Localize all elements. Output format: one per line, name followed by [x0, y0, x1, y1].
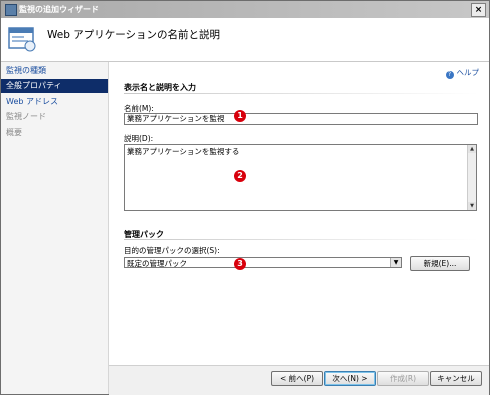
selected-pack-value: 既定の管理パック [127, 259, 187, 268]
chevron-down-icon[interactable]: ▼ [390, 258, 401, 267]
sidebar-item-web-address[interactable]: Web アドレス [1, 95, 108, 109]
wizard-window: 監視の追加ウィザード × Web アプリケーションの名前と説明 監視の種類 全般… [0, 0, 490, 395]
callout-marker-1: 1 [234, 110, 246, 122]
management-pack-dropdown[interactable]: 既定の管理パック ▼ [124, 257, 402, 268]
next-button[interactable]: 次へ(N) > [324, 371, 376, 386]
wizard-steps-sidebar: 監視の種類 全般プロパティ Web アドレス 監視ノード 概要 [1, 62, 109, 394]
wizard-footer: < 前へ(P) 次へ(N) > 作成(R) キャンセル [109, 365, 489, 395]
create-button: 作成(R) [377, 371, 429, 386]
window-title: 監視の追加ウィザード [19, 5, 99, 14]
scroll-up-arrow-icon[interactable]: ▲ [468, 145, 476, 153]
help-icon: ? [445, 71, 454, 79]
wizard-header: Web アプリケーションの名前と説明 [1, 18, 489, 62]
help-link[interactable]: ? ヘルプ [445, 67, 480, 79]
description-label: 説明(D): [124, 134, 154, 143]
main-panel: ? ヘルプ 表示名と説明を入力 名前(M): 業務アプリケーションを監視 説明(D… [109, 62, 489, 365]
help-label: ヘルプ [456, 68, 480, 77]
sidebar-item-monitor-type[interactable]: 監視の種類 [1, 64, 108, 78]
app-icon [5, 4, 17, 16]
sidebar-item-summary: 概要 [6, 128, 22, 137]
pack-select-label: 目的の管理パックの選択(S): [124, 246, 220, 255]
sidebar-item-watcher-nodes: 監視ノード [6, 112, 46, 121]
name-input[interactable]: 業務アプリケーションを監視 [124, 113, 478, 125]
description-scrollbar[interactable]: ▲ ▼ [467, 145, 476, 210]
section-divider [124, 239, 479, 240]
description-textarea[interactable]: 業務アプリケーションを監視する ▲ ▼ [124, 144, 477, 211]
cancel-button[interactable]: キャンセル [430, 371, 482, 386]
section-divider [124, 93, 479, 94]
title-bar: 監視の追加ウィザード × [1, 1, 489, 18]
description-text: 業務アプリケーションを監視する [127, 147, 240, 156]
callout-marker-3: 3 [234, 258, 246, 270]
close-button[interactable]: × [471, 3, 486, 17]
scroll-down-arrow-icon[interactable]: ▼ [468, 202, 476, 210]
new-pack-button[interactable]: 新規(E)... [410, 256, 470, 271]
back-button[interactable]: < 前へ(P) [271, 371, 323, 386]
page-title: Web アプリケーションの名前と説明 [47, 29, 221, 41]
callout-marker-2: 2 [234, 170, 246, 182]
name-section-heading: 表示名と説明を入力 [124, 83, 196, 92]
sidebar-item-general-properties[interactable]: 全般プロパティ [1, 79, 108, 93]
web-page-icon [8, 27, 36, 52]
